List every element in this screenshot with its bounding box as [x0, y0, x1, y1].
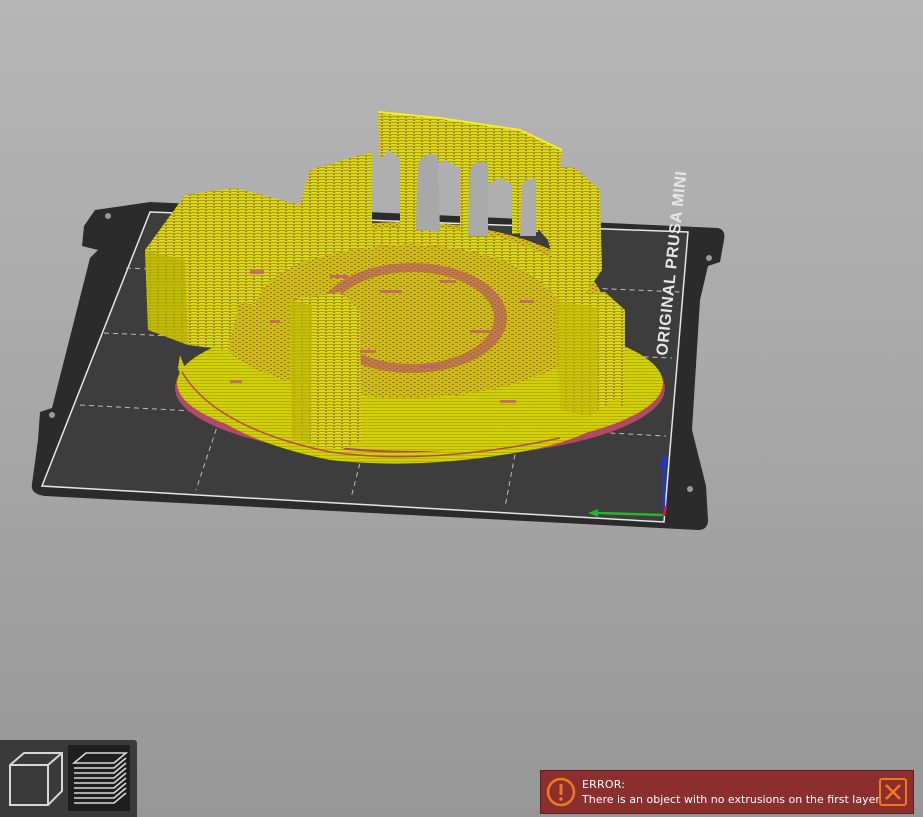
error-notification: ERROR: There is an object with no extrus… — [540, 770, 914, 814]
printed-model[interactable] — [145, 111, 665, 464]
preview-button[interactable] — [68, 745, 130, 811]
view-toolbar — [0, 740, 137, 817]
notification-title: ERROR: — [582, 778, 626, 791]
cube-icon — [9, 752, 63, 806]
3d-view-button[interactable] — [4, 745, 66, 811]
3d-viewport[interactable]: ORIGINAL PRUSA MINI — [0, 0, 923, 817]
exclamation-circle-icon — [546, 777, 576, 807]
notification-message: There is an object with no extrusions on… — [582, 793, 883, 806]
close-icon[interactable] — [878, 777, 908, 807]
layers-icon — [71, 752, 128, 804]
